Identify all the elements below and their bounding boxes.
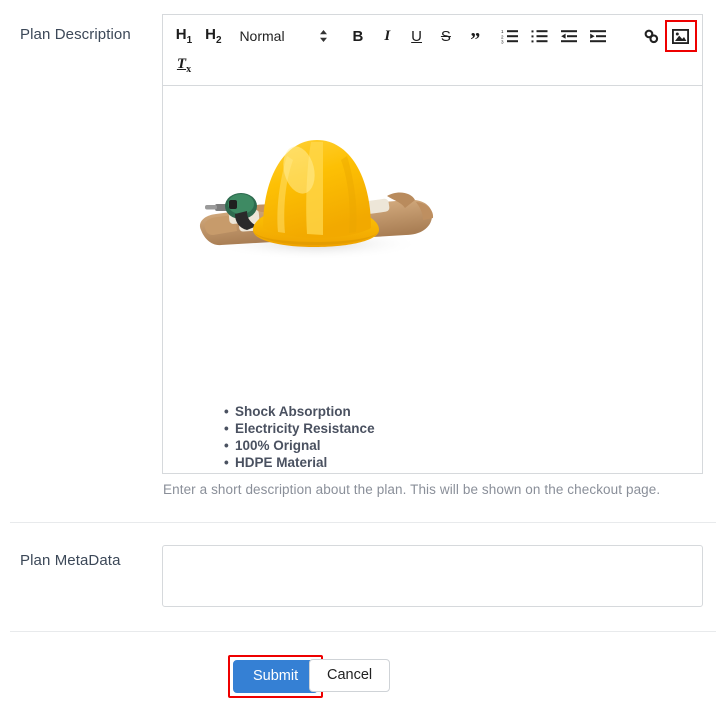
editor-toolbar: H1 H2 Normal B I U S ” 1 2 3 Tx bbox=[162, 14, 703, 86]
ordered-list-icon: 1 2 3 bbox=[501, 28, 519, 44]
plan-metadata-label: Plan MetaData bbox=[20, 552, 121, 569]
list-item: Electricity Resistance bbox=[224, 420, 375, 437]
outdent-button[interactable] bbox=[556, 23, 582, 49]
blockquote-button[interactable]: ” bbox=[462, 23, 488, 51]
italic-button[interactable]: I bbox=[374, 23, 400, 49]
format-picker-label: Normal bbox=[239, 28, 285, 44]
header-2-button[interactable]: H2 bbox=[200, 23, 226, 49]
image-icon bbox=[672, 28, 690, 44]
image-button[interactable] bbox=[664, 20, 697, 52]
bullet-list-button[interactable] bbox=[527, 23, 553, 49]
plan-form-page: Plan Description H1 H2 Normal B I U S ” … bbox=[0, 0, 726, 716]
list-item: 100% Orignal bbox=[224, 437, 375, 454]
toolbar-row-1: H1 H2 Normal B I U S ” 1 2 3 bbox=[171, 20, 697, 52]
italic-icon: I bbox=[384, 27, 391, 44]
submit-button[interactable]: Submit bbox=[233, 660, 319, 693]
indent-icon bbox=[589, 28, 607, 44]
svg-text:1: 1 bbox=[501, 29, 504, 34]
header-2-icon: H2 bbox=[205, 25, 222, 46]
section-divider-top bbox=[10, 522, 716, 523]
plan-metadata-input[interactable] bbox=[162, 545, 703, 607]
clear-format-button[interactable]: Tx bbox=[171, 53, 197, 79]
feature-list: Shock Absorption Electricity Resistance … bbox=[224, 403, 375, 471]
svg-text:3: 3 bbox=[501, 39, 504, 44]
toolbar-row-2: Tx bbox=[171, 51, 694, 81]
rich-text-editor: H1 H2 Normal B I U S ” 1 2 3 Tx • Shock … bbox=[162, 14, 703, 474]
section-divider-bottom bbox=[10, 631, 716, 632]
header-1-icon: H1 bbox=[175, 25, 193, 46]
bold-button[interactable]: B bbox=[345, 23, 371, 49]
plan-description-label: Plan Description bbox=[20, 26, 131, 43]
editor-content-area[interactable]: Shock Absorption Electricity Resistance … bbox=[162, 86, 703, 474]
link-button[interactable] bbox=[639, 23, 665, 49]
underline-icon: U bbox=[411, 27, 423, 45]
bullet-list-icon bbox=[531, 28, 549, 44]
ordered-list-button[interactable]: 1 2 3 bbox=[497, 23, 523, 49]
chevron-updown-icon bbox=[319, 29, 328, 43]
outdent-icon bbox=[560, 28, 578, 44]
indent-button[interactable] bbox=[585, 23, 611, 49]
link-icon bbox=[643, 28, 660, 45]
underline-button[interactable]: U bbox=[404, 23, 430, 49]
format-picker-dropdown[interactable]: Normal bbox=[235, 28, 327, 44]
strikethrough-icon: S bbox=[440, 27, 451, 45]
hard-hat-image bbox=[191, 104, 441, 274]
list-item: HDPE Material bbox=[224, 454, 375, 471]
quote-icon: ” bbox=[470, 29, 481, 51]
plan-description-help-text: Enter a short description about the plan… bbox=[163, 482, 661, 497]
list-item: Shock Absorption bbox=[224, 403, 375, 420]
strikethrough-button[interactable]: S bbox=[433, 23, 459, 49]
cancel-button[interactable]: Cancel bbox=[309, 659, 391, 692]
bold-icon: B bbox=[352, 27, 364, 45]
clear-format-icon: Tx bbox=[176, 56, 192, 75]
header-1-button[interactable]: H1 bbox=[171, 23, 197, 49]
